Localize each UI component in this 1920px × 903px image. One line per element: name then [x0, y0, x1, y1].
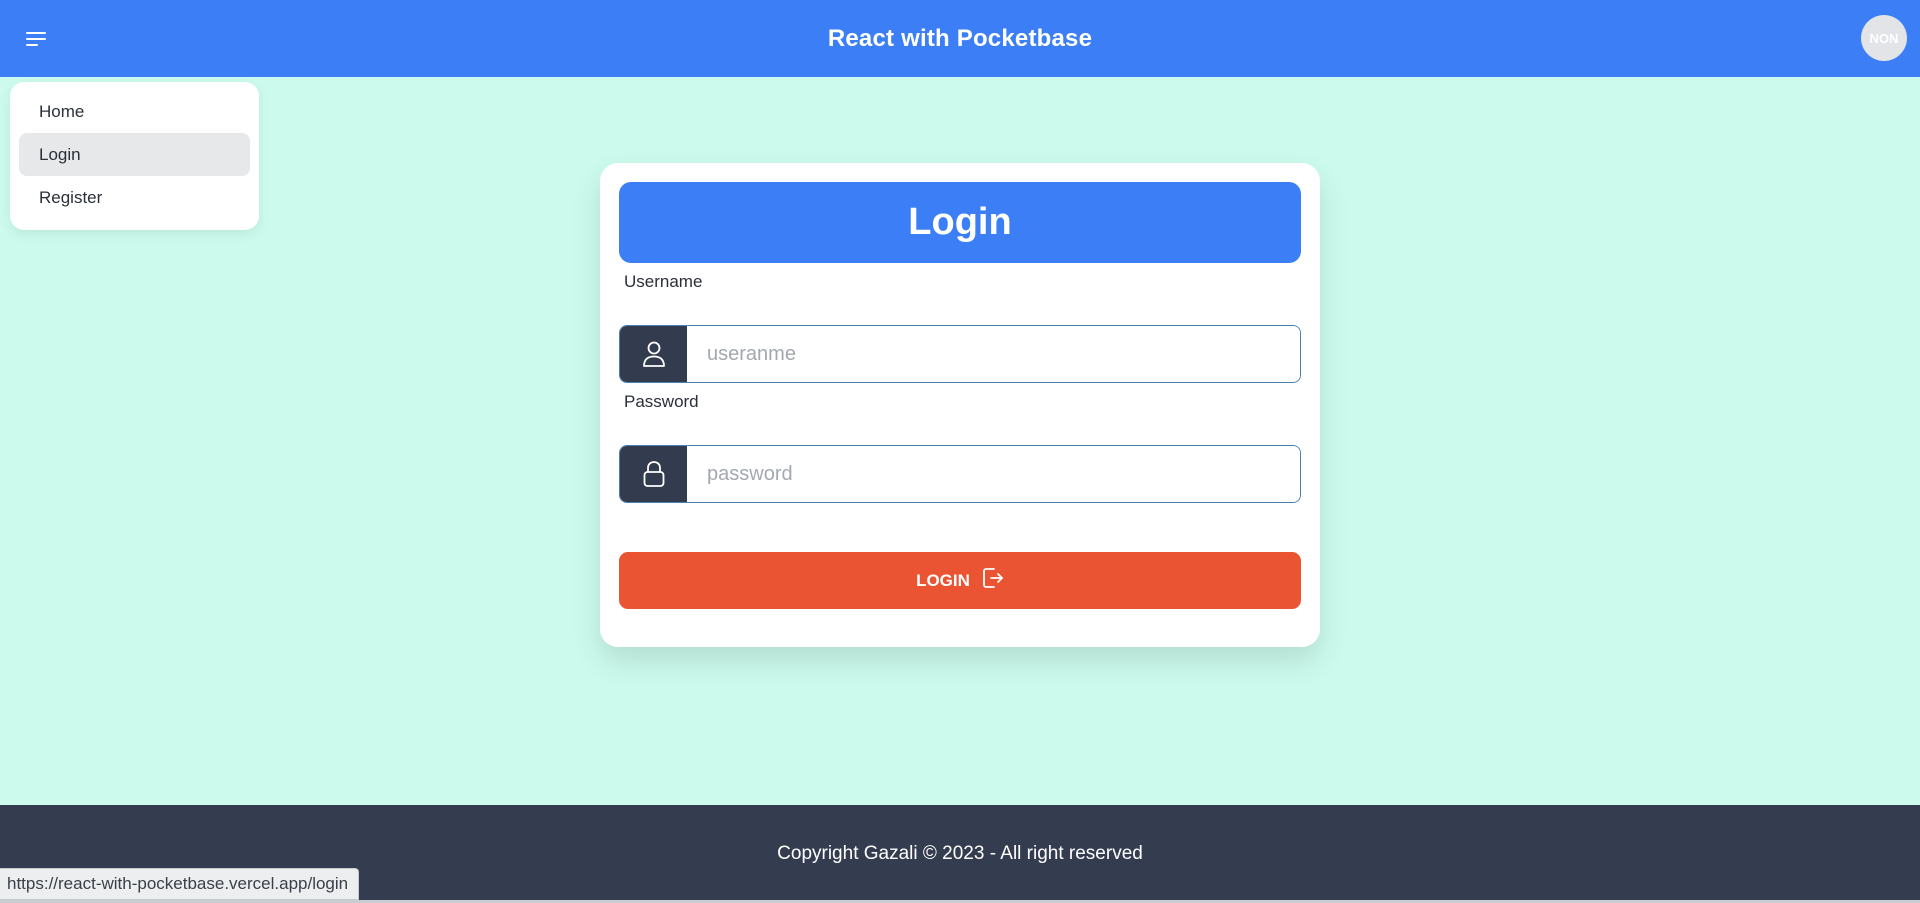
lock-icon — [620, 446, 687, 502]
login-button-label: LOGIN — [916, 570, 970, 590]
password-input[interactable] — [687, 446, 1300, 502]
copyright-text: Copyright Gazali © 2023 - All right rese… — [777, 843, 1143, 864]
login-card: Login Username Password LOGIN — [600, 163, 1320, 647]
hamburger-icon-line — [26, 38, 46, 40]
hamburger-icon-line — [26, 44, 38, 46]
username-input-group — [619, 325, 1301, 383]
nav-dropdown-menu: Home Login Register — [10, 82, 259, 230]
navbar: React with Pocketbase NON — [0, 0, 1920, 77]
password-input-group — [619, 445, 1301, 503]
login-button[interactable]: LOGIN — [619, 552, 1301, 609]
sign-in-icon — [980, 566, 1004, 595]
username-input[interactable] — [687, 326, 1300, 382]
app-title[interactable]: React with Pocketbase — [828, 25, 1092, 53]
username-label: Username — [624, 272, 703, 291]
avatar[interactable]: NON — [1861, 15, 1907, 61]
hamburger-icon-line — [26, 32, 46, 34]
menu-item-login[interactable]: Login — [19, 133, 250, 176]
login-card-header: Login — [619, 182, 1301, 263]
menu-toggle-button[interactable] — [26, 26, 52, 52]
user-icon — [620, 326, 687, 382]
login-title: Login — [908, 201, 1012, 243]
status-bar-url: https://react-with-pocketbase.vercel.app… — [0, 868, 360, 900]
password-label: Password — [624, 392, 699, 411]
menu-item-home[interactable]: Home — [19, 90, 250, 133]
menu-item-register[interactable]: Register — [19, 176, 250, 219]
